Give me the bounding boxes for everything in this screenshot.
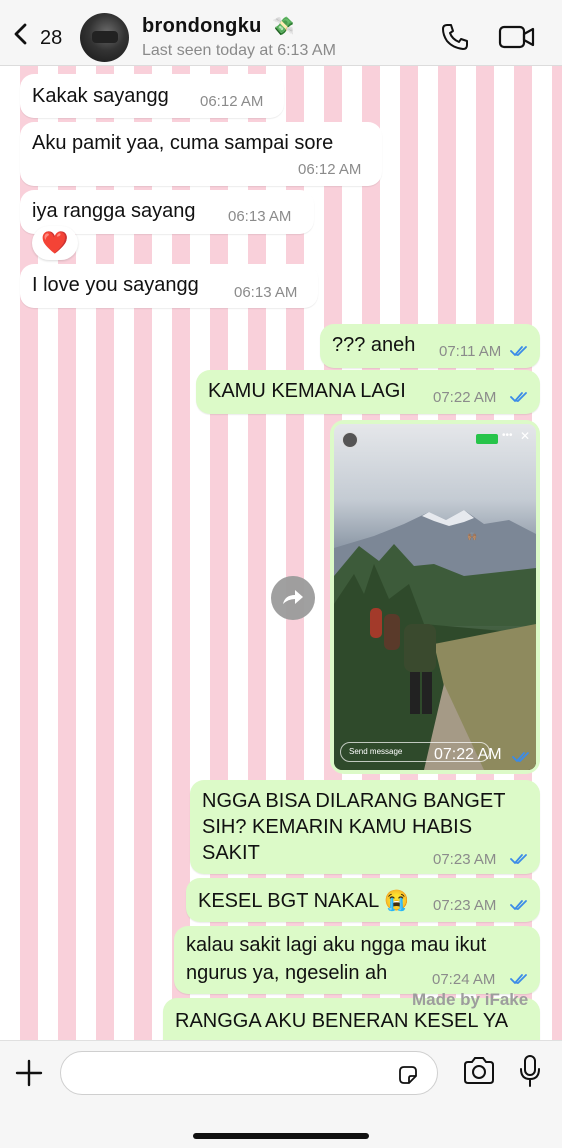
more-icon: ••• — [502, 430, 513, 441]
message-time: 07:11 AM — [439, 343, 502, 360]
incoming-message[interactable]: Aku pamit yaa, cuma sampai sore 06:12 AM — [20, 122, 382, 186]
read-receipt-icon — [510, 900, 527, 910]
incoming-message[interactable]: Kakak sayangg 06:12 AM — [20, 74, 284, 118]
message-text: iya rangga sayang — [32, 200, 196, 222]
chat-header: 28 brondongku 💸 Last seen today at 6:13 … — [0, 0, 562, 66]
hikers-scene — [334, 564, 536, 770]
contact-name[interactable]: brondongku — [142, 15, 262, 38]
message-text: I love you sayangg — [32, 274, 199, 296]
story-avatar — [342, 432, 358, 448]
message-time: 07:22 AM — [433, 389, 497, 406]
message-text: KAMU KEMANA LAGI — [208, 380, 406, 402]
message-time: 07:22 AM — [434, 746, 502, 763]
story-image[interactable]: ••• ✕ 🙌🏽 Send message — [334, 424, 536, 770]
message-text: Aku pamit yaa, cuma sampai sore — [32, 132, 334, 154]
outgoing-message[interactable]: kalau sakit lagi aku ngga mau ikut nguru… — [174, 926, 540, 994]
read-receipt-icon — [512, 752, 529, 762]
message-text: RANGGA AKU BENERAN KESEL YA — [175, 1010, 509, 1032]
message-time: 06:12 AM — [298, 161, 362, 178]
message-time: 06:13 AM — [228, 208, 292, 225]
phone-icon[interactable] — [440, 22, 470, 52]
story-reply-message[interactable]: ••• ✕ 🙌🏽 Send message — [330, 420, 540, 774]
message-text: ??? aneh — [332, 334, 416, 356]
read-receipt-icon — [510, 346, 527, 356]
chevron-left-icon[interactable] — [10, 22, 32, 46]
video-camera-icon[interactable] — [498, 24, 536, 50]
heart-reaction-icon[interactable]: ❤️ — [32, 226, 78, 260]
outgoing-message[interactable]: KAMU KEMANA LAGI 07:22 AM — [196, 370, 540, 414]
incoming-message[interactable]: I love you sayangg 06:13 AM — [20, 264, 318, 308]
message-time: 06:13 AM — [234, 284, 298, 301]
message-time: 06:12 AM — [200, 93, 264, 110]
message-text-line: NGGA BISA DILARANG BANGET — [202, 790, 506, 812]
read-receipt-icon — [510, 392, 527, 402]
avatar[interactable] — [80, 13, 129, 62]
outgoing-message[interactable]: ??? aneh 07:11 AM — [320, 324, 540, 368]
unread-count[interactable]: 28 — [40, 27, 62, 50]
message-text-line: SAKIT — [202, 842, 260, 864]
message-text: KESEL BGT NAKAL 😭 — [198, 890, 409, 912]
message-text-line: kalau sakit lagi aku ngga mau ikut — [186, 934, 487, 956]
outgoing-message[interactable]: KESEL BGT NAKAL 😭 07:23 AM — [186, 878, 540, 922]
microphone-icon[interactable] — [518, 1054, 542, 1088]
story-caption: 🙌🏽 — [467, 532, 477, 541]
outgoing-message[interactable]: NGGA BISA DILARANG BANGET SIH? KEMARIN K… — [190, 780, 540, 874]
forward-icon[interactable] — [271, 576, 315, 620]
read-receipt-icon — [510, 854, 527, 864]
message-time: 07:23 AM — [433, 897, 497, 914]
message-composer — [0, 1040, 562, 1148]
plus-icon[interactable] — [14, 1058, 44, 1088]
camera-icon[interactable] — [462, 1056, 496, 1086]
message-text-line: SIH? KEMARIN KAMU HABIS — [202, 816, 473, 838]
message-input[interactable] — [60, 1051, 438, 1095]
close-friends-badge — [476, 434, 498, 444]
home-indicator — [193, 1133, 369, 1139]
message-time: 07:24 AM — [432, 971, 496, 988]
watermark: Made by iFake — [412, 990, 529, 1009]
message-text-line: ngurus ya, ngeselin ah — [186, 962, 388, 984]
message-text: Kakak sayangg — [32, 85, 169, 107]
message-time: 07:23 AM — [433, 851, 497, 868]
last-seen-status: Last seen today at 6:13 AM — [142, 42, 336, 59]
sticker-icon[interactable] — [396, 1063, 420, 1087]
close-icon: ✕ — [520, 429, 531, 443]
read-receipt-icon — [510, 974, 527, 984]
money-icon: 💸 — [272, 16, 295, 36]
